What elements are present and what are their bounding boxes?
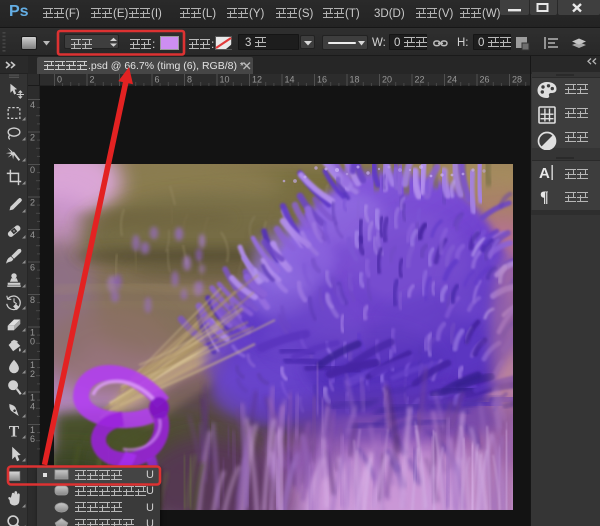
svg-text:28: 28 xyxy=(512,75,522,85)
svg-text:22: 22 xyxy=(415,75,425,85)
svg-text:2: 2 xyxy=(30,198,35,208)
svg-text:4: 4 xyxy=(30,230,35,240)
svg-text:4: 4 xyxy=(122,75,127,85)
svg-text:24: 24 xyxy=(447,75,457,85)
svg-text:¶: ¶ xyxy=(540,189,549,206)
svg-text:8: 8 xyxy=(187,75,192,85)
svg-text:6: 6 xyxy=(155,75,160,85)
svg-text:T: T xyxy=(9,423,19,440)
svg-text:2: 2 xyxy=(30,133,35,143)
svg-text:0: 0 xyxy=(30,165,35,175)
svg-text:16: 16 xyxy=(317,75,327,85)
svg-text:14: 14 xyxy=(285,75,295,85)
svg-text:26: 26 xyxy=(480,75,490,85)
svg-text:6: 6 xyxy=(30,263,35,273)
svg-text:0: 0 xyxy=(30,337,35,347)
svg-text:18: 18 xyxy=(350,75,360,85)
svg-text:A: A xyxy=(539,165,550,182)
svg-text:20: 20 xyxy=(382,75,392,85)
svg-text:4: 4 xyxy=(30,402,35,412)
svg-text:8: 8 xyxy=(30,295,35,305)
svg-text:6: 6 xyxy=(30,434,35,444)
svg-text:12: 12 xyxy=(252,75,262,85)
svg-text:10: 10 xyxy=(220,75,230,85)
svg-text:0: 0 xyxy=(57,75,62,85)
svg-text:4: 4 xyxy=(30,100,35,110)
svg-text:2: 2 xyxy=(90,75,95,85)
svg-text:2: 2 xyxy=(30,369,35,379)
